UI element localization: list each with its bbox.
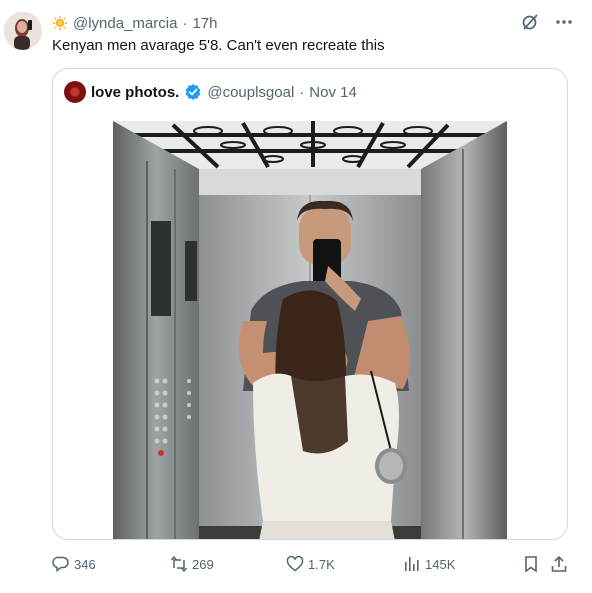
retweet-count: 269 <box>192 556 214 572</box>
more-options-icon[interactable] <box>554 12 574 32</box>
bookmark-icon <box>525 556 537 573</box>
reply-icon <box>52 556 69 572</box>
tweet[interactable]: @lynda_marcia · 17h Kenyan men avarage 5… <box>0 0 592 593</box>
view-count: 145K <box>425 556 456 572</box>
share-button[interactable] <box>550 553 568 575</box>
reply-button[interactable]: 346 <box>52 553 96 575</box>
quoted-tweet-header: love photos. @couplsgoal · Nov 14 <box>64 81 357 103</box>
avatar[interactable] <box>4 12 42 50</box>
user-handle[interactable]: @lynda_marcia <box>73 15 177 32</box>
tweet-actions: 346 269 1.7K 145K <box>52 553 572 575</box>
quoted-tweet[interactable]: love photos. @couplsgoal · Nov 14 <box>52 68 568 540</box>
views-button[interactable]: 145K <box>403 553 455 575</box>
quoted-photo[interactable] <box>113 121 507 539</box>
tweet-text: Kenyan men avarage 5'8. Can't even recre… <box>52 37 385 54</box>
quoted-date[interactable]: Nov 14 <box>309 84 357 101</box>
reply-count: 346 <box>74 556 96 572</box>
quoted-display-name[interactable]: love photos. <box>91 84 179 101</box>
verified-badge-icon <box>184 83 202 101</box>
separator: · <box>299 83 305 101</box>
quoted-handle[interactable]: @couplsgoal <box>207 84 294 101</box>
tweet-menu-area <box>520 12 574 32</box>
retweet-button[interactable]: 269 <box>170 553 214 575</box>
timestamp[interactable]: 17h <box>192 15 217 32</box>
sun-emoji-icon <box>52 15 68 31</box>
views-chart-icon <box>405 557 419 571</box>
quoted-avatar[interactable] <box>64 81 86 103</box>
like-button[interactable]: 1.7K <box>286 553 335 575</box>
bookmark-button[interactable] <box>522 553 540 575</box>
separator: · <box>182 14 188 32</box>
heart-icon <box>286 555 304 572</box>
retweet-icon <box>170 555 188 573</box>
like-count: 1.7K <box>308 556 335 572</box>
grok-icon[interactable] <box>520 12 540 32</box>
tweet-header: @lynda_marcia · 17h <box>52 13 217 33</box>
share-icon <box>551 555 567 572</box>
